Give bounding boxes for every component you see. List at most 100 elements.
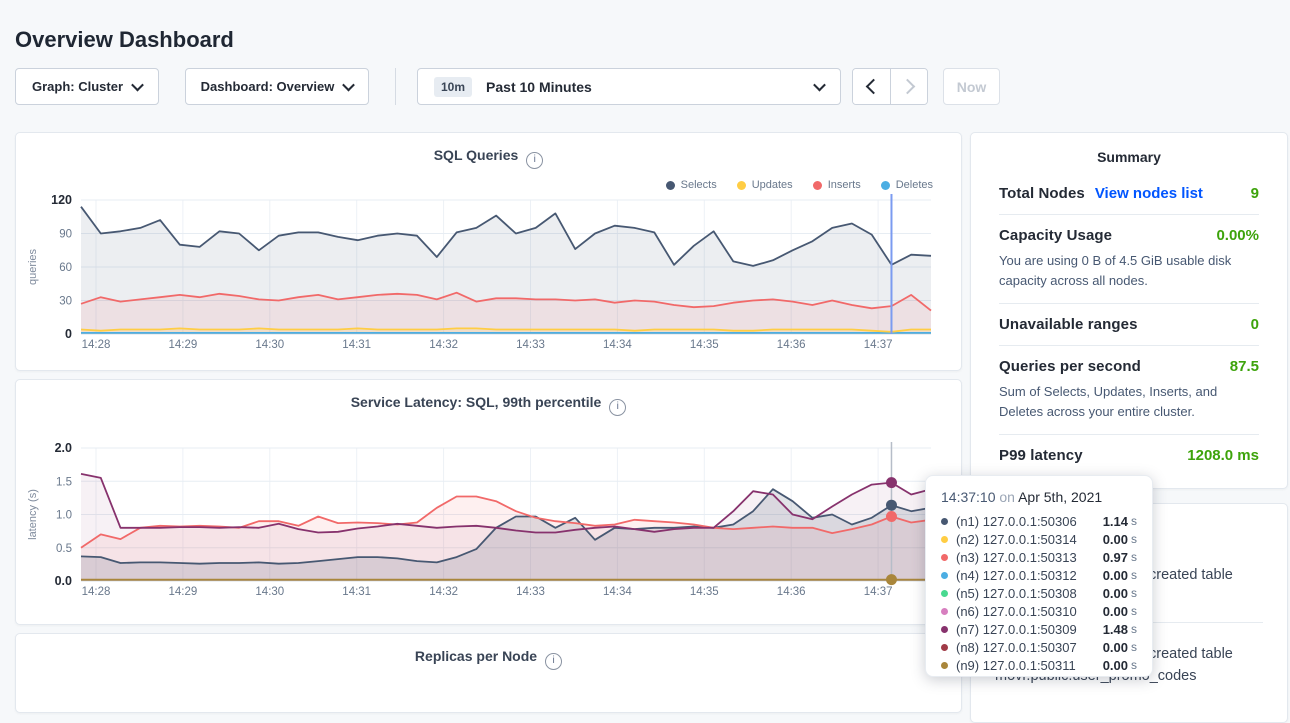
summary-row-unavailable-ranges: Unavailable ranges 0 [999, 303, 1259, 345]
series-dot [941, 662, 948, 669]
svg-text:14:31: 14:31 [342, 586, 371, 598]
series-dot [941, 644, 948, 651]
svg-text:14:32: 14:32 [429, 586, 458, 598]
time-prev-button[interactable] [853, 69, 890, 104]
info-icon[interactable]: i [545, 653, 562, 670]
svg-text:0.0: 0.0 [55, 574, 72, 588]
summary-row-capacity: Capacity Usage 0.00% You are using 0 B o… [999, 214, 1259, 303]
svg-text:14:36: 14:36 [777, 586, 806, 598]
chart-hover-tooltip: 14:37:10 on Apr 5th, 2021 (n1) 127.0.0.1… [925, 475, 1153, 677]
svg-text:latency (s): latency (s) [27, 489, 39, 540]
chart-title: Replicas per Node i [16, 634, 961, 668]
time-step-group [852, 68, 928, 105]
svg-text:14:35: 14:35 [690, 586, 719, 598]
svg-text:14:37: 14:37 [864, 586, 893, 598]
qps-description: Sum of Selects, Updates, Inserts, and De… [999, 382, 1259, 422]
summary-row-p99: P99 latency 1208.0 ms [999, 434, 1259, 476]
graph-dropdown[interactable]: Graph: Cluster [15, 68, 159, 105]
page-title: Overview Dashboard [15, 27, 234, 53]
summary-row-total-nodes: Total Nodes View nodes list 9 [999, 173, 1259, 214]
chevron-left-icon [866, 79, 882, 95]
svg-text:60: 60 [59, 262, 72, 274]
tooltip-row-n7: (n7) 127.0.0.1:50309 1.48 s [941, 620, 1137, 638]
summary-row-qps: Queries per second 87.5 Sum of Selects, … [999, 345, 1259, 434]
chevron-down-icon [813, 79, 826, 92]
tooltip-row-n2: (n2) 127.0.0.1:50314 0.00 s [941, 530, 1137, 548]
svg-text:14:37: 14:37 [864, 339, 893, 351]
svg-text:0: 0 [65, 327, 72, 341]
chart-legend: Selects Updates Inserts Deletes [666, 179, 933, 191]
service-latency-chart[interactable]: 14:2814:2914:3014:3114:3214:3314:3414:35… [16, 380, 961, 624]
series-dot [941, 572, 948, 579]
capacity-usage-description: You are using 0 B of 4.5 GiB usable disk… [999, 251, 1259, 291]
replicas-title: Replicas per Node [415, 648, 537, 664]
svg-text:14:36: 14:36 [777, 339, 806, 351]
svg-text:14:33: 14:33 [516, 339, 545, 351]
svg-text:14:28: 14:28 [82, 586, 111, 598]
svg-text:14:29: 14:29 [169, 586, 198, 598]
svg-text:0.5: 0.5 [56, 543, 72, 555]
series-dot [941, 554, 948, 561]
svg-text:14:30: 14:30 [255, 339, 284, 351]
time-range-badge: 10m [434, 77, 472, 97]
tooltip-row-n6: (n6) 127.0.0.1:50310 0.00 s [941, 602, 1137, 620]
svg-text:queries: queries [27, 248, 39, 285]
now-button[interactable]: Now [943, 68, 1000, 105]
qps-value: 87.5 [1230, 358, 1259, 375]
legend-item-inserts[interactable]: Inserts [813, 179, 861, 191]
info-icon[interactable]: i [526, 152, 543, 169]
svg-text:14:34: 14:34 [603, 339, 632, 351]
legend-dot [813, 181, 822, 190]
p99-latency-value: 1208.0 ms [1187, 447, 1259, 464]
chart-title: Service Latency: SQL, 99th percentilei [16, 380, 961, 414]
info-icon[interactable]: i [609, 399, 626, 416]
series-dot [941, 590, 948, 597]
summary-panel: Summary Total Nodes View nodes list 9 Ca… [970, 132, 1288, 489]
chart-title: SQL Queries i [16, 133, 961, 167]
svg-text:14:34: 14:34 [603, 586, 632, 598]
tooltip-row-n1: (n1) 127.0.0.1:50306 1.14 s [941, 512, 1137, 530]
legend-item-deletes[interactable]: Deletes [881, 179, 933, 191]
graph-dropdown-label: Graph: Cluster [32, 79, 123, 94]
sql-queries-chart[interactable]: 14:28 14:29 14:30 14:31 14:32 14:33 14:34 14:35… [16, 133, 961, 370]
total-nodes-value: 9 [1251, 185, 1259, 202]
sql-queries-title: SQL Queries [434, 147, 519, 163]
svg-text:90: 90 [59, 229, 72, 241]
time-next-button[interactable] [890, 69, 927, 104]
svg-text:14:35: 14:35 [690, 339, 719, 351]
capacity-usage-value: 0.00% [1216, 227, 1259, 244]
svg-text:30: 30 [59, 296, 72, 308]
chevron-right-icon [899, 79, 915, 95]
summary-body: Total Nodes View nodes list 9 Capacity U… [971, 173, 1287, 476]
legend-item-updates[interactable]: Updates [737, 179, 793, 191]
svg-text:14:32: 14:32 [429, 339, 458, 351]
tooltip-timestamp: 14:37:10 on Apr 5th, 2021 [941, 489, 1137, 505]
svg-text:120: 120 [51, 193, 72, 207]
legend-dot [666, 181, 675, 190]
chevron-down-icon [342, 79, 355, 92]
legend-dot [737, 181, 746, 190]
tooltip-row-n9: (n9) 127.0.0.1:50311 0.00 s [941, 656, 1137, 674]
tooltip-row-n5: (n5) 127.0.0.1:50308 0.00 s [941, 584, 1137, 602]
series-dot [941, 608, 948, 615]
legend-dot [881, 181, 890, 190]
svg-text:14:29: 14:29 [169, 339, 198, 351]
legend-item-selects[interactable]: Selects [666, 179, 717, 191]
toolbar-divider [395, 68, 396, 105]
dashboard-dropdown-label: Dashboard: Overview [201, 79, 335, 94]
svg-text:14:28: 14:28 [82, 339, 111, 351]
view-nodes-list-link[interactable]: View nodes list [1095, 185, 1203, 202]
series-dot [941, 626, 948, 633]
unavailable-ranges-value: 0 [1251, 316, 1259, 333]
tooltip-row-n4: (n4) 127.0.0.1:50312 0.00 s [941, 566, 1137, 584]
service-latency-panel: Service Latency: SQL, 99th percentilei 1… [15, 379, 962, 625]
chevron-down-icon [131, 79, 144, 92]
time-range-selector[interactable]: 10m Past 10 Minutes [417, 68, 841, 105]
dashboard-dropdown[interactable]: Dashboard: Overview [185, 68, 369, 105]
sql-queries-panel: SQL Queries i Selects Updates Inserts Del… [15, 132, 962, 371]
svg-text:1.5: 1.5 [56, 476, 72, 488]
svg-text:2.0: 2.0 [55, 441, 72, 455]
svg-text:14:33: 14:33 [516, 586, 545, 598]
series-dot [941, 536, 948, 543]
svg-text:14:31: 14:31 [342, 339, 371, 351]
